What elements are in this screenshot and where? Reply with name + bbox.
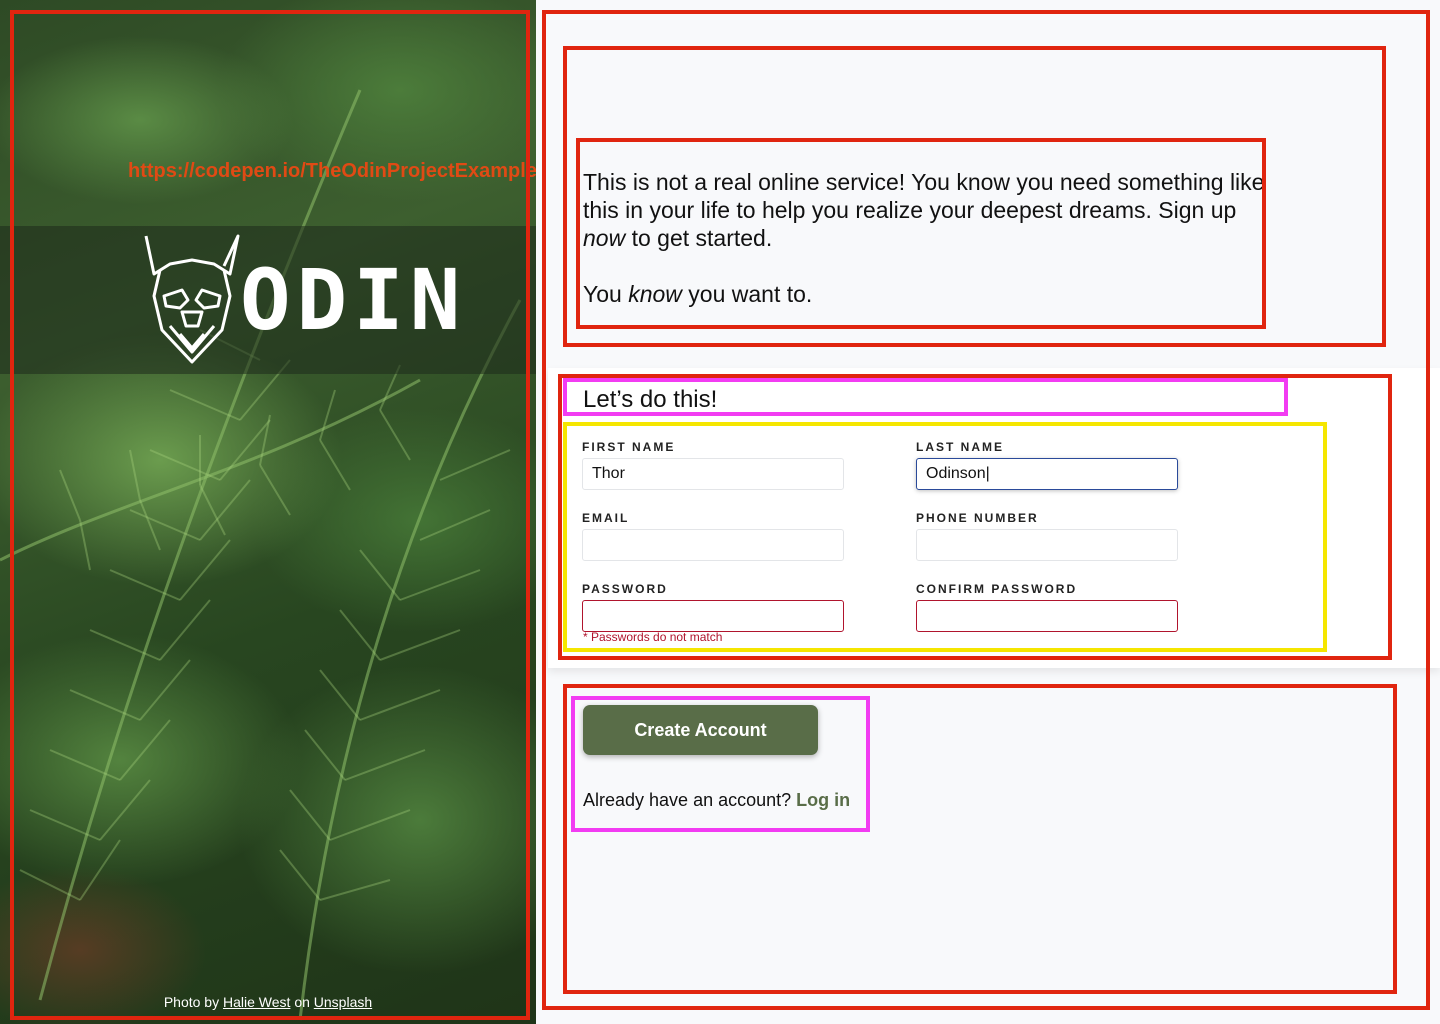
login-prompt: Already have an account? Log in — [583, 790, 850, 811]
hero-url-text: https://codepen.io/TheOdinProjectExample… — [128, 160, 536, 182]
confirm-password-label: CONFIRM PASSWORD — [916, 582, 1078, 596]
first-name-input[interactable] — [582, 458, 844, 490]
fern-background-image — [0, 89, 522, 1021]
phone-label: PHONE NUMBER — [916, 511, 1039, 525]
logo-wordmark: ODIN — [240, 251, 467, 349]
hero-panel: https://codepen.io/TheOdinProjectExample… — [0, 0, 536, 1024]
intro-text: This is not a real online service! You k… — [583, 168, 1273, 308]
intro-text-part: This is not a real online service! You k… — [583, 169, 1265, 223]
first-name-group: FIRST NAME — [582, 440, 844, 490]
last-name-input[interactable] — [916, 458, 1178, 490]
intro-paragraph-1: This is not a real online service! You k… — [583, 168, 1273, 252]
intro-text-part: You — [583, 281, 629, 307]
create-account-button[interactable]: Create Account — [583, 705, 818, 755]
credit-prefix: Photo by — [163, 994, 220, 1010]
email-label: EMAIL — [582, 511, 630, 525]
credit-site-link[interactable]: Unsplash — [314, 994, 372, 1010]
credit-author-link[interactable]: Halie West — [223, 994, 290, 1010]
phone-input[interactable] — [916, 529, 1178, 561]
form-heading: Let’s do this! — [583, 386, 718, 413]
password-label: PASSWORD — [582, 582, 668, 596]
odin-viking-head-icon — [144, 234, 240, 364]
email-input[interactable] — [582, 529, 844, 561]
confirm-password-group: CONFIRM PASSWORD — [916, 582, 1178, 632]
confirm-password-input[interactable] — [916, 600, 1178, 632]
intro-emphasis-now: now — [583, 225, 626, 251]
email-group: EMAIL — [582, 511, 844, 561]
password-input[interactable] — [582, 600, 844, 632]
password-error-message: * Passwords do not match — [583, 630, 723, 644]
intro-emphasis-know: know — [628, 281, 682, 307]
login-link[interactable]: Log in — [796, 790, 850, 810]
last-name-label: LAST NAME — [916, 440, 1004, 454]
photo-credit: Photo by Halie West on Unsplash — [0, 994, 536, 1010]
phone-group: PHONE NUMBER — [916, 511, 1178, 561]
last-name-group: LAST NAME — [916, 440, 1178, 490]
password-group: PASSWORD — [582, 582, 844, 632]
intro-paragraph-2: You know you want to. — [583, 280, 1273, 308]
intro-text-part: to get started. — [625, 225, 773, 251]
credit-middle: on — [294, 994, 310, 1010]
first-name-label: FIRST NAME — [582, 440, 676, 454]
intro-text-part: you want to. — [681, 281, 813, 307]
login-prompt-text: Already have an account? — [583, 790, 792, 810]
